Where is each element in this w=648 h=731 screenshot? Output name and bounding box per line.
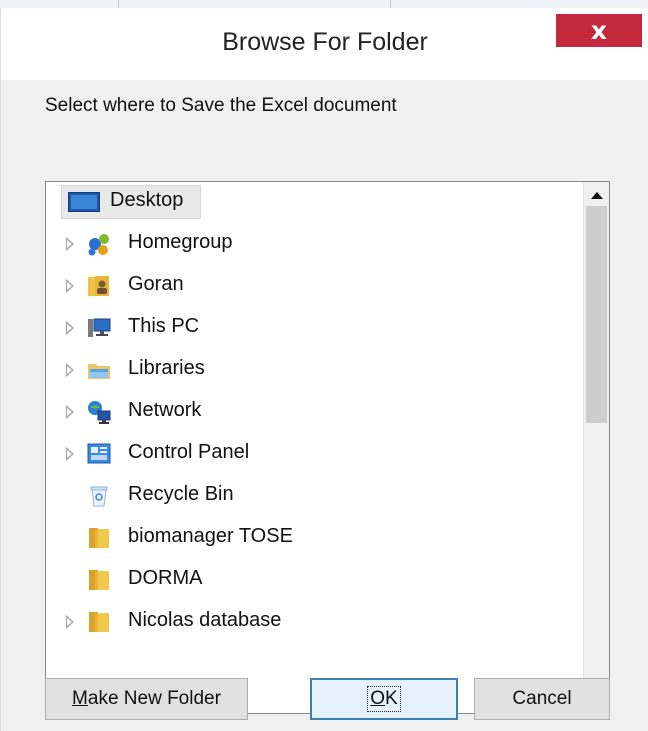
make-new-folder-label: ake New Folder — [87, 688, 221, 709]
vertical-scrollbar[interactable] — [583, 182, 609, 713]
ok-focus-rect: OK — [367, 686, 401, 712]
expand-arrow-icon[interactable] — [66, 237, 74, 251]
expand-arrow-icon[interactable] — [66, 447, 74, 461]
close-button[interactable]: x — [556, 14, 642, 47]
tree-item-biomanager-tose[interactable]: biomanager TOSE — [46, 518, 583, 558]
expand-arrow-icon[interactable] — [66, 279, 74, 293]
folder-icon — [86, 609, 112, 635]
libraries-icon — [86, 357, 112, 383]
expand-arrow-icon[interactable] — [66, 615, 74, 629]
expand-arrow-icon[interactable] — [66, 321, 74, 335]
make-new-folder-button[interactable]: Make New Folder — [45, 678, 248, 720]
ok-label: K — [385, 688, 398, 709]
scroll-up-arrow-icon[interactable] — [591, 192, 603, 199]
recycle-bin-icon — [86, 483, 112, 509]
dialog-prompt: Select where to Save the Excel document — [45, 95, 397, 116]
cancel-button[interactable]: Cancel — [474, 678, 610, 720]
scroll-thumb[interactable] — [586, 206, 607, 423]
tree-item-label: Homegroup — [128, 231, 233, 253]
tree-item-network[interactable]: Network — [46, 392, 583, 432]
tree-item-label: biomanager TOSE — [128, 525, 293, 547]
make-new-folder-accelerator: M — [72, 688, 88, 709]
tree-item-goran[interactable]: Goran — [46, 266, 583, 306]
desktop-icon — [68, 192, 100, 212]
tree-item-recycle-bin[interactable]: Recycle Bin — [46, 476, 583, 516]
control-panel-icon — [86, 441, 112, 467]
tree-item-this-pc[interactable]: This PC — [46, 308, 583, 348]
expand-arrow-icon[interactable] — [66, 363, 74, 377]
folder-icon — [86, 567, 112, 593]
tree-item-label: Goran — [128, 273, 184, 295]
folder-tree-list: Desktop Homegroup Goran This PC Libraries Net… — [46, 182, 583, 713]
network-icon — [86, 399, 112, 425]
dialog-client-area: Select where to Save the Excel document … — [1, 80, 648, 731]
tree-item-label: Network — [128, 399, 202, 421]
dialog-title: Browse For Folder — [222, 28, 428, 56]
screen: Browse For Folder x Select where to Save… — [0, 0, 648, 731]
ok-button[interactable]: OK — [310, 678, 458, 720]
tree-item-label: This PC — [128, 315, 200, 337]
tree-item-dorma[interactable]: DORMA — [46, 560, 583, 600]
tree-item-control-panel[interactable]: Control Panel — [46, 434, 583, 474]
folder-icon — [86, 525, 112, 551]
ok-accelerator: O — [370, 688, 386, 709]
tree-item-label: Control Panel — [128, 441, 250, 463]
computer-icon — [86, 315, 112, 341]
tree-item-label: Libraries — [128, 357, 205, 379]
browse-for-folder-dialog: Browse For Folder x Select where to Save… — [0, 8, 648, 731]
title-bar[interactable]: Browse For Folder x — [1, 8, 648, 80]
tree-item-desktop[interactable]: Desktop — [46, 182, 583, 222]
tree-item-label: DORMA — [128, 567, 203, 589]
tree-item-homegroup[interactable]: Homegroup — [46, 224, 583, 264]
expand-arrow-icon[interactable] — [66, 405, 74, 419]
tree-item-nicolas-database[interactable]: Nicolas database — [46, 602, 583, 642]
homegroup-icon — [86, 231, 112, 257]
tree-item-libraries[interactable]: Libraries — [46, 350, 583, 390]
tree-item-label: Desktop — [110, 189, 184, 211]
tree-item-label: Nicolas database — [128, 609, 282, 631]
user-folder-icon — [86, 273, 112, 299]
folder-tree[interactable]: Desktop Homegroup Goran This PC Libraries Net… — [45, 181, 610, 714]
tree-item-label: Recycle Bin — [128, 483, 234, 505]
